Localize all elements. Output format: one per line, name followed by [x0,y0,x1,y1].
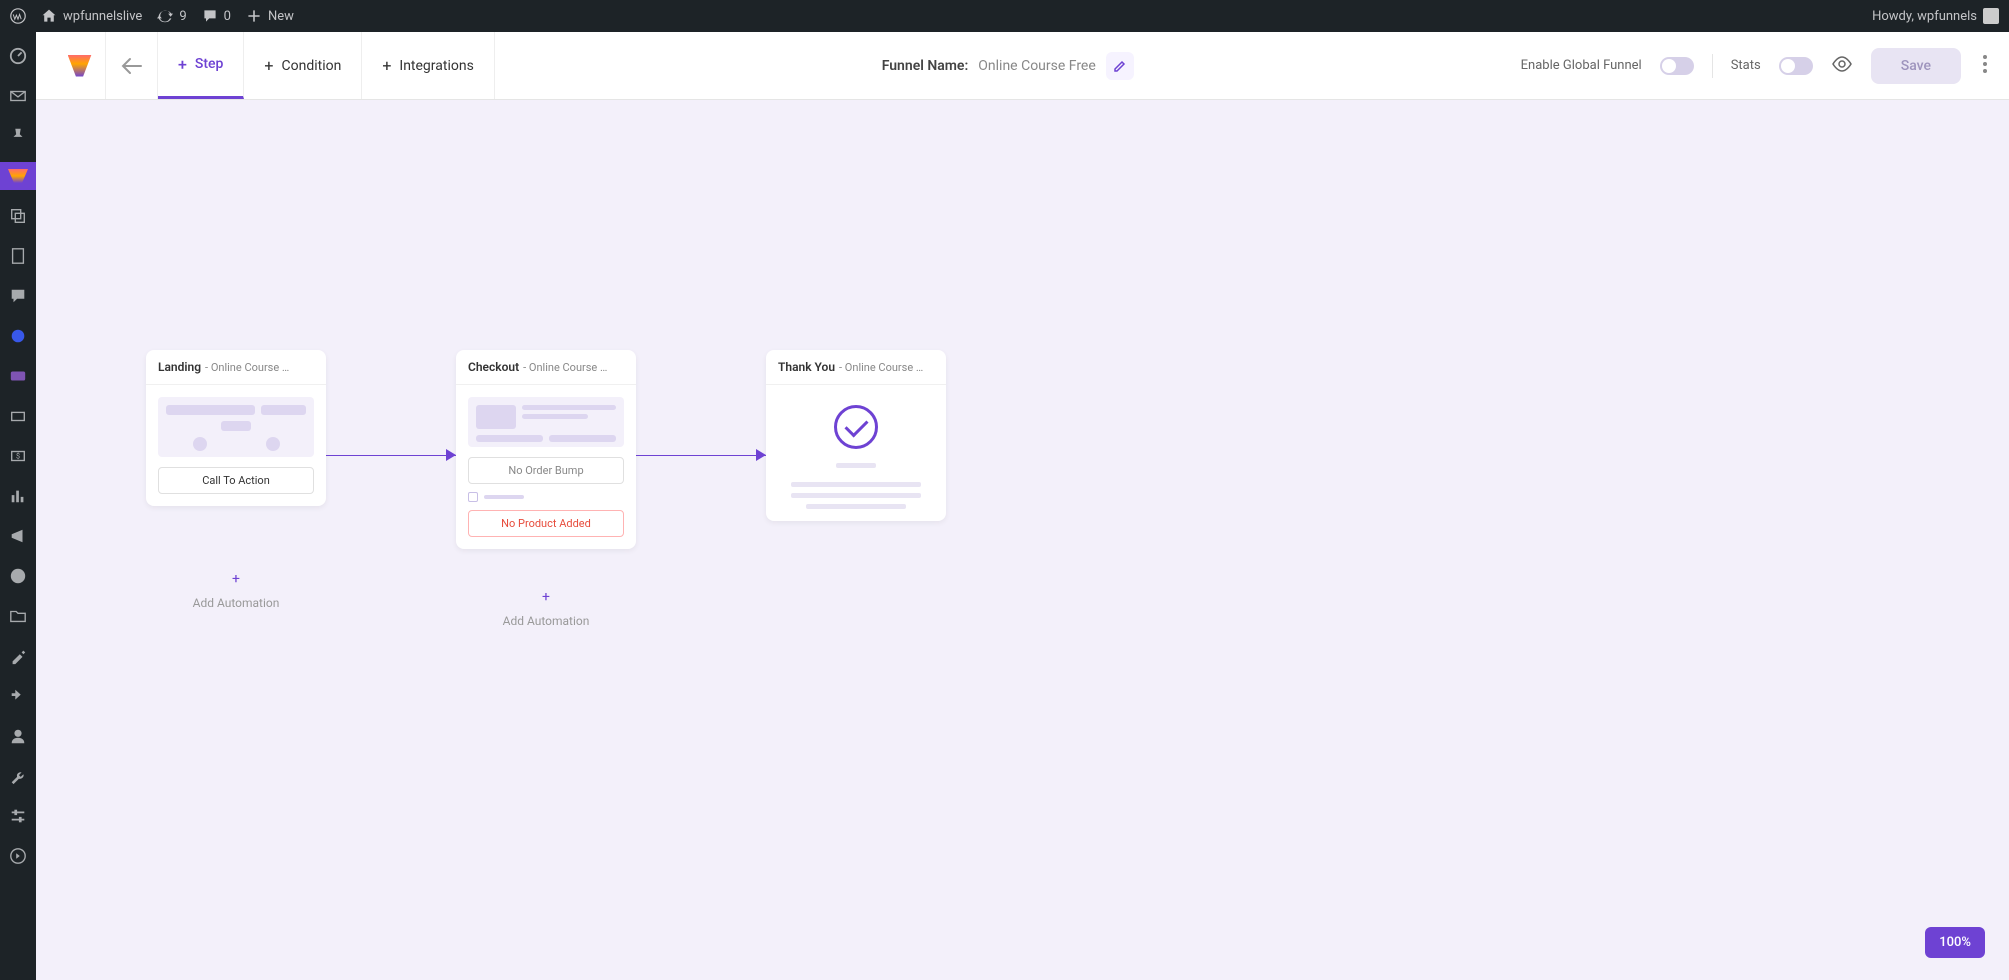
more-menu-button[interactable] [1979,51,1991,81]
user-greeting[interactable]: Howdy, wpfunnels [1872,8,1999,24]
edit-funnel-name-button[interactable] [1106,52,1134,80]
sidebar-marketing[interactable] [0,522,36,550]
wp-logo[interactable] [10,8,26,24]
sidebar-users[interactable] [0,722,36,750]
comments-count: 0 [224,9,231,24]
sidebar-wpfunnels[interactable] [0,162,36,190]
sidebar-plugins[interactable] [0,682,36,710]
preview-button[interactable] [1831,56,1853,76]
back-button[interactable] [106,32,158,99]
sidebar-pin[interactable] [0,122,36,150]
comments-link[interactable]: 0 [202,8,231,24]
sidebar-plugin[interactable] [0,322,36,350]
sidebar-media[interactable] [0,202,36,230]
funnel-name-label: Funnel Name: [882,58,969,74]
sidebar-folders[interactable] [0,602,36,630]
node-landing[interactable]: Landing - Online Course … Call To Action [146,350,326,506]
tab-integrations-label: Integrations [399,58,473,74]
svg-text:$: $ [16,452,20,461]
sidebar-elementor[interactable] [0,562,36,590]
node-type: Landing [158,360,201,374]
add-automation-checkout[interactable]: + Add Automation [456,590,636,628]
greeting-text: Howdy, wpfunnels [1872,9,1977,24]
sidebar-collapse[interactable] [0,842,36,870]
updates-count: 9 [179,9,186,24]
plus-icon: + [228,572,244,588]
wp-admin-sidebar: $ [0,32,36,980]
divider [1712,54,1713,78]
stats-label: Stats [1731,58,1761,73]
node-title: - Online Course … [523,361,607,374]
plus-icon: + [538,590,554,606]
sidebar-dashboard[interactable] [0,42,36,70]
zoom-level[interactable]: 100% [1925,927,1985,958]
arrow-icon [446,449,456,461]
funnel-canvas[interactable]: Landing - Online Course … Call To Action… [36,100,2009,980]
connector-2 [636,455,766,456]
node-title: - Online Course … [205,361,289,374]
node-title: - Online Course … [839,361,923,374]
sidebar-settings[interactable] [0,802,36,830]
node-type: Thank You [778,360,835,374]
add-automation-landing[interactable]: + Add Automation [146,572,326,610]
sidebar-tools[interactable] [0,762,36,790]
tab-step[interactable]: + Step [158,32,244,99]
editor-toolbar: + Step + Condition + Integrations Funnel… [36,32,2009,100]
sidebar-analytics[interactable] [0,482,36,510]
sidebar-woo[interactable] [0,362,36,390]
plus-icon: + [382,56,391,75]
connector-1 [326,455,456,456]
tab-step-label: Step [195,56,224,72]
sidebar-comments[interactable] [0,282,36,310]
node-header: Landing - Online Course … [146,350,326,385]
new-label: New [268,9,294,24]
enable-global-label: Enable Global Funnel [1521,58,1642,73]
sidebar-cards[interactable] [0,402,36,430]
tab-integrations[interactable]: + Integrations [362,32,495,99]
new-link[interactable]: New [246,8,294,24]
node-checkout[interactable]: Checkout - Online Course … No Order Bump… [456,350,636,549]
node-header: Thank You - Online Course … [766,350,946,385]
wpfunnels-logo[interactable] [54,32,106,99]
node-type: Checkout [468,360,519,374]
sidebar-pages[interactable] [0,242,36,270]
tab-condition-label: Condition [281,58,341,74]
sidebar-payments[interactable]: $ [0,442,36,470]
checkout-preview [468,397,624,447]
funnel-name-value: Online Course Free [978,58,1096,74]
arrow-icon [756,449,766,461]
add-automation-label: Add Automation [456,614,636,628]
avatar [1983,8,1999,24]
plus-icon: + [178,55,187,74]
enable-global-toggle[interactable] [1660,57,1694,75]
checkbox-row [468,492,624,502]
tab-condition[interactable]: + Condition [244,32,362,99]
orderbump-label: No Order Bump [468,457,624,484]
sidebar-mail[interactable] [0,82,36,110]
node-thankyou[interactable]: Thank You - Online Course … [766,350,946,521]
no-product-warning: No Product Added [468,510,624,537]
updates-link[interactable]: 9 [157,8,186,24]
thankyou-preview [778,463,934,509]
landing-preview [158,397,314,457]
plus-icon: + [264,56,273,75]
stats-toggle[interactable] [1779,57,1813,75]
add-automation-label: Add Automation [146,596,326,610]
site-name: wpfunnelslive [63,9,142,24]
site-name-link[interactable]: wpfunnelslive [41,8,142,24]
cta-button[interactable]: Call To Action [158,467,314,494]
save-button[interactable]: Save [1871,48,1961,84]
sidebar-appearance[interactable] [0,642,36,670]
checkmark-icon [834,405,878,449]
node-header: Checkout - Online Course … [456,350,636,385]
